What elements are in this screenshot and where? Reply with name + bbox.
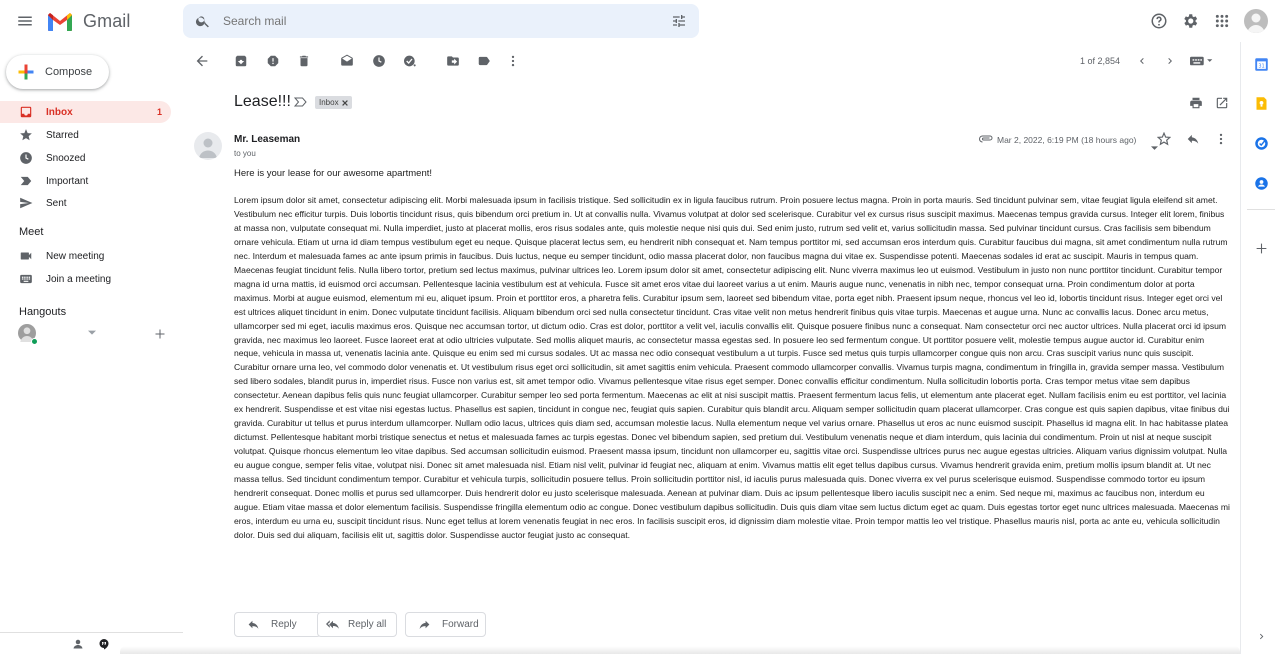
open-new-window-icon[interactable] <box>1213 94 1231 112</box>
meet-section-title: Meet <box>19 226 44 238</box>
contacts-icon[interactable] <box>1253 175 1269 191</box>
sidebar-item-label: Sent <box>46 197 67 209</box>
side-panel: 31 <box>1240 42 1280 654</box>
apps-grid-icon[interactable] <box>1212 11 1232 31</box>
get-addons-plus-icon[interactable] <box>1253 240 1269 256</box>
compose-label: Compose <box>45 66 93 78</box>
sidebar-item-label: Inbox <box>46 106 73 118</box>
star-icon <box>19 128 33 142</box>
pagination-count: 1 of 2,854 <box>1080 56 1121 66</box>
important-icon <box>19 174 33 188</box>
reply-icon <box>247 618 260 631</box>
reply-arrow-icon[interactable] <box>1184 130 1202 148</box>
sidebar-item-snoozed[interactable]: Snoozed <box>0 147 171 169</box>
sidebar-item-new-meeting[interactable]: New meeting <box>0 245 171 267</box>
hangouts-user-row[interactable] <box>18 324 168 346</box>
reply-label: Reply <box>271 619 297 630</box>
archive-icon[interactable] <box>232 52 250 70</box>
svg-text:31: 31 <box>1258 63 1264 69</box>
video-icon <box>19 249 33 263</box>
send-icon <box>19 196 33 210</box>
search-options-icon[interactable] <box>671 13 687 29</box>
forward-button[interactable]: Forward <box>405 612 486 637</box>
email-body-text: Lorem ipsum dolor sit amet, consectetur … <box>234 195 1230 540</box>
message-more-vertical-icon[interactable] <box>1212 130 1230 148</box>
sidebar-item-label: Starred <box>46 129 79 141</box>
hangouts-section-title: Hangouts <box>19 306 67 318</box>
reply-all-button[interactable]: Reply all <box>317 612 397 637</box>
search-bar[interactable] <box>183 4 699 38</box>
sidebar: Compose Inbox 1 Starred Snoozed Importan… <box>0 42 183 654</box>
star-outline-icon[interactable] <box>1155 130 1173 148</box>
inbox-label-chip[interactable]: Inbox <box>315 96 352 109</box>
email-date: Mar 2, 2022, 6:19 PM (18 hours ago) <box>997 135 1137 145</box>
search-icon[interactable] <box>195 13 211 29</box>
mark-unread-icon[interactable] <box>338 52 356 70</box>
forward-icon <box>418 618 431 631</box>
keyboard-icon <box>19 272 33 286</box>
account-avatar[interactable] <box>1244 9 1268 33</box>
settings-gear-icon[interactable] <box>1180 11 1200 31</box>
move-to-folder-icon[interactable] <box>444 52 462 70</box>
reply-all-label: Reply all <box>348 619 387 630</box>
important-marker-icon[interactable] <box>294 97 307 107</box>
keep-notes-icon[interactable] <box>1253 95 1269 111</box>
message-view: 1 of 2,854 Lease!!! Inbox Mr. Leaseman t… <box>183 42 1240 654</box>
inbox-icon <box>19 105 33 119</box>
sidebar-item-inbox[interactable]: Inbox 1 <box>0 101 171 123</box>
gmail-m-icon <box>48 12 72 31</box>
input-tools-keyboard-icon[interactable] <box>1187 52 1217 70</box>
forward-label: Forward <box>442 619 479 630</box>
email-subject: Lease!!! <box>234 93 291 110</box>
reply-all-icon <box>326 618 341 631</box>
chevron-down-icon[interactable] <box>88 330 96 336</box>
print-icon[interactable] <box>1187 94 1205 112</box>
online-status-dot <box>31 338 38 345</box>
unread-count-badge: 1 <box>156 107 162 117</box>
label-tag-icon[interactable] <box>475 52 493 70</box>
sidebar-item-starred[interactable]: Starred <box>0 124 171 146</box>
older-chevron-right-icon[interactable] <box>1161 52 1179 70</box>
delete-trash-icon[interactable] <box>295 52 313 70</box>
remove-label-close-icon[interactable] <box>341 99 348 106</box>
add-to-tasks-icon[interactable] <box>401 52 419 70</box>
snooze-clock-icon[interactable] <box>370 52 388 70</box>
gmail-logo[interactable]: Gmail <box>46 8 131 34</box>
sidebar-item-label: New meeting <box>46 250 105 262</box>
sidebar-item-join-meeting[interactable]: Join a meeting <box>0 268 171 290</box>
label-chip-text: Inbox <box>319 98 339 107</box>
search-input[interactable] <box>223 10 643 32</box>
sidebar-item-sent[interactable]: Sent <box>0 192 171 214</box>
main-menu-icon[interactable] <box>14 10 36 32</box>
panel-divider <box>1247 209 1275 210</box>
back-arrow-icon[interactable] <box>193 52 211 70</box>
sidebar-item-label: Important <box>46 175 89 187</box>
bottom-edge-shadow <box>120 646 1240 654</box>
sidebar-item-important[interactable]: Important <box>0 170 171 192</box>
app-name: Gmail <box>83 10 131 31</box>
calendar-icon[interactable]: 31 <box>1253 56 1269 72</box>
sidebar-item-label: Snoozed <box>46 152 86 164</box>
newer-chevron-left-icon[interactable] <box>1133 52 1151 70</box>
new-conversation-plus-icon[interactable] <box>154 328 166 340</box>
hangouts-chat-icon[interactable] <box>98 638 110 650</box>
email-body-intro: Here is your lease for our awesome apart… <box>234 168 433 179</box>
attachment-paperclip-icon <box>979 134 993 144</box>
reply-button[interactable]: Reply <box>234 612 321 637</box>
show-side-panel-chevron-icon[interactable] <box>1253 628 1269 644</box>
compose-button[interactable]: Compose <box>6 55 109 89</box>
report-spam-icon[interactable] <box>264 52 282 70</box>
compose-plus-icon <box>17 63 35 81</box>
tasks-icon[interactable] <box>1253 135 1269 151</box>
top-header: Gmail <box>0 0 1280 42</box>
sidebar-item-label: Join a meeting <box>46 273 112 285</box>
clock-icon <box>19 151 33 165</box>
contact-person-icon[interactable] <box>72 638 84 650</box>
help-icon[interactable] <box>1149 11 1169 31</box>
more-vertical-icon[interactable] <box>504 52 522 70</box>
sender-avatar[interactable] <box>194 132 222 160</box>
recipient-text: to you <box>234 149 256 158</box>
sender-name[interactable]: Mr. Leaseman <box>234 134 300 145</box>
